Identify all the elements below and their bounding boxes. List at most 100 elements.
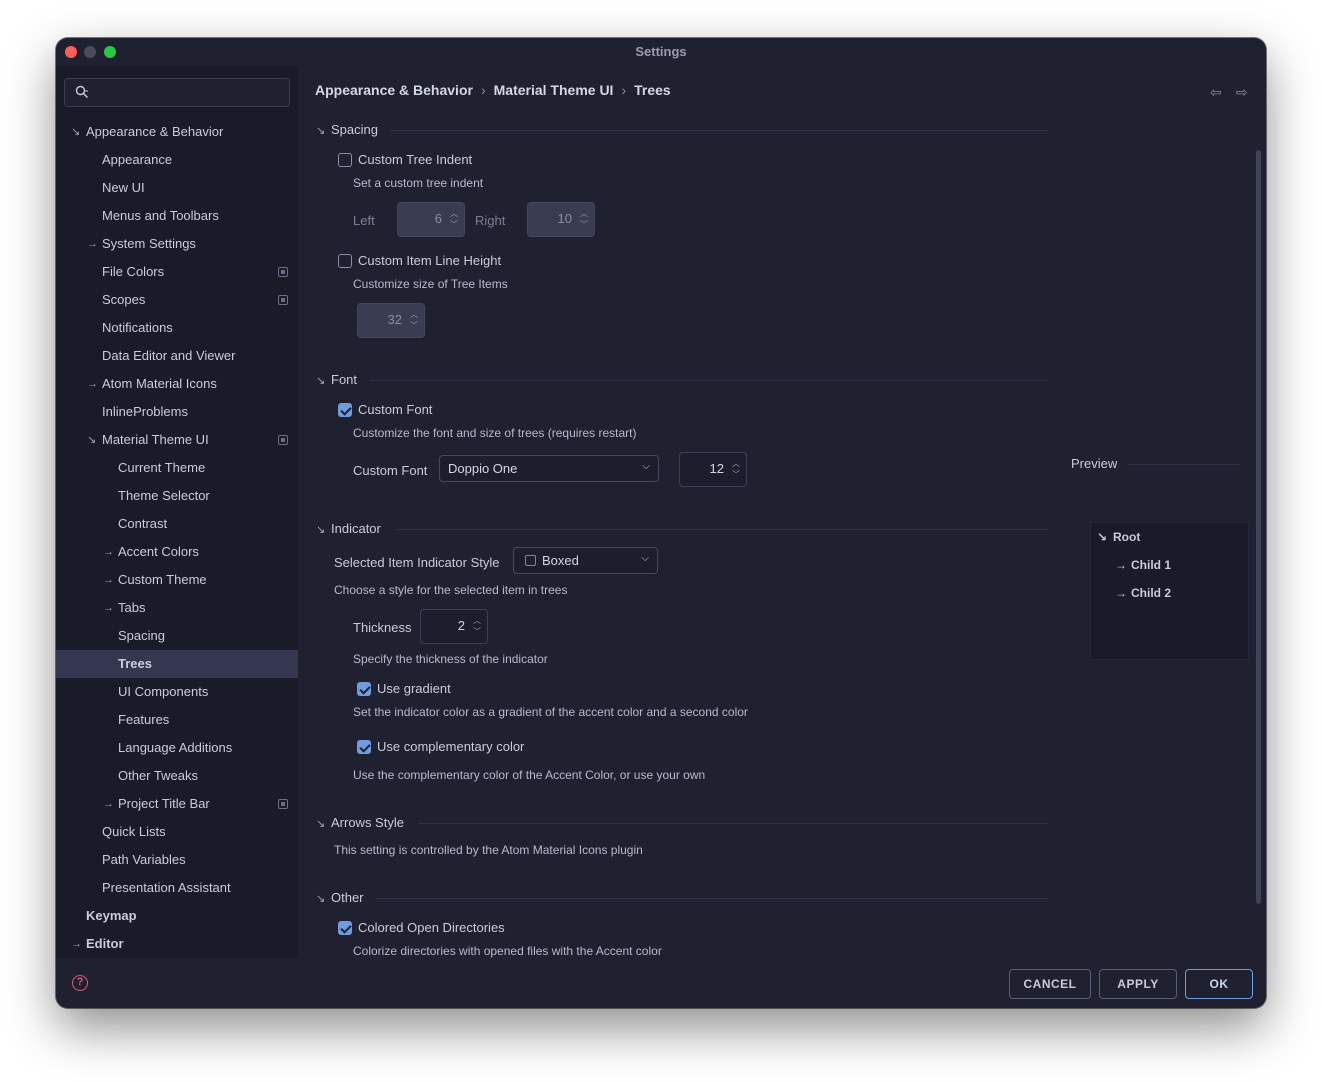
indicator-style-select[interactable]: Boxed ⌵	[513, 547, 658, 574]
chevron-down-icon[interactable]: ↘	[1097, 530, 1107, 544]
preview-child[interactable]: Child 2	[1131, 586, 1171, 600]
chevron-down-icon[interactable]: ↘	[316, 124, 325, 137]
sidebar-item-path-variables[interactable]: Path Variables	[56, 846, 298, 874]
custom-font-checkbox[interactable]	[338, 403, 352, 417]
section-divider	[418, 823, 1048, 824]
breadcrumb-item[interactable]: Appearance & Behavior	[315, 82, 473, 98]
chevron-down-icon[interactable]: ↘	[71, 118, 81, 146]
chevron-down-icon[interactable]: ↘	[316, 817, 325, 830]
chevron-right-icon[interactable]: →	[1115, 558, 1127, 572]
forward-arrow-icon[interactable]: ⇨	[1236, 84, 1248, 101]
chevron-right-icon[interactable]: →	[71, 930, 81, 958]
chevron-down-icon[interactable]: ↘	[316, 892, 325, 905]
sidebar-item-system-settings[interactable]: →System Settings	[56, 230, 298, 258]
sidebar-item-label: Project Title Bar	[118, 790, 210, 818]
boxed-style-icon	[525, 555, 536, 566]
sidebar-item-file-colors[interactable]: File Colors	[56, 258, 298, 286]
colored-dirs-checkbox[interactable]	[338, 921, 352, 935]
sidebar-item-current-theme[interactable]: Current Theme	[56, 454, 298, 482]
preview-child[interactable]: Child 1	[1131, 558, 1171, 572]
chevron-right-icon[interactable]: →	[1115, 586, 1127, 600]
spinner-down-icon[interactable]: ﹀	[732, 469, 740, 480]
line-height-spinner[interactable]: 32 ︿﹀	[357, 303, 425, 338]
spinner-down-icon[interactable]: ﹀	[580, 219, 588, 230]
left-indent-spinner[interactable]: 6 ︿﹀	[397, 202, 465, 237]
sidebar-item-inline-problems[interactable]: InlineProblems	[56, 398, 298, 426]
sidebar-item-project-title-bar[interactable]: →Project Title Bar	[56, 790, 298, 818]
spinner-up-icon[interactable]: ︿	[473, 615, 481, 626]
spinner-up-icon[interactable]: ︿	[732, 458, 740, 469]
sidebar-item-label: Appearance & Behavior	[86, 118, 223, 146]
sidebar-item-editor[interactable]: →Editor	[56, 930, 298, 958]
spinner-up-icon[interactable]: ︿	[580, 208, 588, 219]
breadcrumb-item[interactable]: Material Theme UI	[494, 82, 614, 98]
use-complementary-checkbox[interactable]	[357, 740, 371, 754]
sidebar-item-appearance-behavior[interactable]: ↘Appearance & Behavior	[56, 118, 298, 146]
chevron-right-icon[interactable]: →	[103, 594, 113, 622]
chevron-right-icon[interactable]: →	[103, 790, 113, 818]
sidebar-item-accent-colors[interactable]: →Accent Colors	[56, 538, 298, 566]
sidebar-item-other-tweaks[interactable]: Other Tweaks	[56, 762, 298, 790]
font-family-select[interactable]: Doppio One ⌵	[439, 455, 659, 482]
spinner-down-icon[interactable]: ﹀	[450, 219, 458, 230]
use-gradient-checkbox[interactable]	[357, 682, 371, 696]
back-arrow-icon[interactable]: ⇦	[1210, 84, 1222, 101]
left-indent-value: 6	[435, 211, 442, 226]
preview-root[interactable]: Root	[1113, 530, 1140, 544]
sidebar-item-language-additions[interactable]: Language Additions	[56, 734, 298, 762]
font-size-spinner[interactable]: 12 ︿﹀	[679, 452, 747, 487]
sidebar-item-data-editor[interactable]: Data Editor and Viewer	[56, 342, 298, 370]
right-indent-spinner[interactable]: 10 ︿﹀	[527, 202, 595, 237]
apply-button[interactable]: APPLY	[1099, 969, 1177, 999]
sidebar-item-new-ui[interactable]: New UI	[56, 174, 298, 202]
sidebar-item-quick-lists[interactable]: Quick Lists	[56, 818, 298, 846]
sidebar-item-label: Trees	[118, 650, 152, 678]
thickness-spinner[interactable]: 2 ︿﹀	[420, 609, 488, 644]
sidebar-item-custom-theme[interactable]: →Custom Theme	[56, 566, 298, 594]
spinner-up-icon[interactable]: ︿	[410, 309, 418, 320]
search-input[interactable]	[64, 78, 290, 107]
sidebar-item-label: Quick Lists	[102, 818, 166, 846]
chevron-right-icon[interactable]: →	[87, 230, 97, 258]
sidebar-item-spacing[interactable]: Spacing	[56, 622, 298, 650]
section-title-spacing: Spacing	[331, 122, 378, 137]
sidebar-item-presentation-assistant[interactable]: Presentation Assistant	[56, 874, 298, 902]
section-divider	[370, 380, 1048, 381]
sidebar-item-appearance[interactable]: Appearance	[56, 146, 298, 174]
font-family-value: Doppio One	[448, 461, 517, 476]
spinner-up-icon[interactable]: ︿	[450, 208, 458, 219]
spinner-down-icon[interactable]: ﹀	[473, 626, 481, 637]
chevron-down-icon[interactable]: ↘	[316, 523, 325, 536]
ok-button[interactable]: OK	[1185, 969, 1253, 999]
sidebar-item-atom-material-icons[interactable]: →Atom Material Icons	[56, 370, 298, 398]
help-icon[interactable]: ?	[72, 975, 88, 991]
sidebar-item-keymap[interactable]: Keymap	[56, 902, 298, 930]
sidebar-item-material-theme-ui[interactable]: ↘Material Theme UI	[56, 426, 298, 454]
spinner-down-icon[interactable]: ﹀	[410, 320, 418, 331]
chevron-down-icon[interactable]: ↘	[87, 426, 97, 454]
thickness-label: Thickness	[353, 620, 412, 635]
sidebar-item-scopes[interactable]: Scopes	[56, 286, 298, 314]
sidebar-item-label: Editor	[86, 930, 124, 958]
preview-title: Preview	[1071, 456, 1117, 471]
sidebar-item-tabs[interactable]: →Tabs	[56, 594, 298, 622]
sidebar-item-trees[interactable]: Trees	[56, 650, 298, 678]
cancel-button[interactable]: CANCEL	[1009, 969, 1091, 999]
chevron-right-icon[interactable]: →	[103, 566, 113, 594]
chevron-right-icon[interactable]: →	[87, 370, 97, 398]
sidebar-item-menus-toolbars[interactable]: Menus and Toolbars	[56, 202, 298, 230]
custom-tree-indent-checkbox[interactable]	[338, 153, 352, 167]
sidebar-item-theme-selector[interactable]: Theme Selector	[56, 482, 298, 510]
vertical-scrollbar[interactable]	[1256, 150, 1261, 904]
custom-line-height-checkbox[interactable]	[338, 254, 352, 268]
section-divider	[1128, 464, 1240, 465]
sidebar-item-features[interactable]: Features	[56, 706, 298, 734]
sidebar-item-label: Language Additions	[118, 734, 232, 762]
sidebar-item-notifications[interactable]: Notifications	[56, 314, 298, 342]
chevron-down-icon[interactable]: ↘	[316, 374, 325, 387]
sidebar-item-contrast[interactable]: Contrast	[56, 510, 298, 538]
sidebar-item-label: Path Variables	[102, 846, 186, 874]
colored-dirs-hint: Colorize directories with opened files w…	[353, 944, 662, 958]
sidebar-item-ui-components[interactable]: UI Components	[56, 678, 298, 706]
chevron-right-icon[interactable]: →	[103, 538, 113, 566]
